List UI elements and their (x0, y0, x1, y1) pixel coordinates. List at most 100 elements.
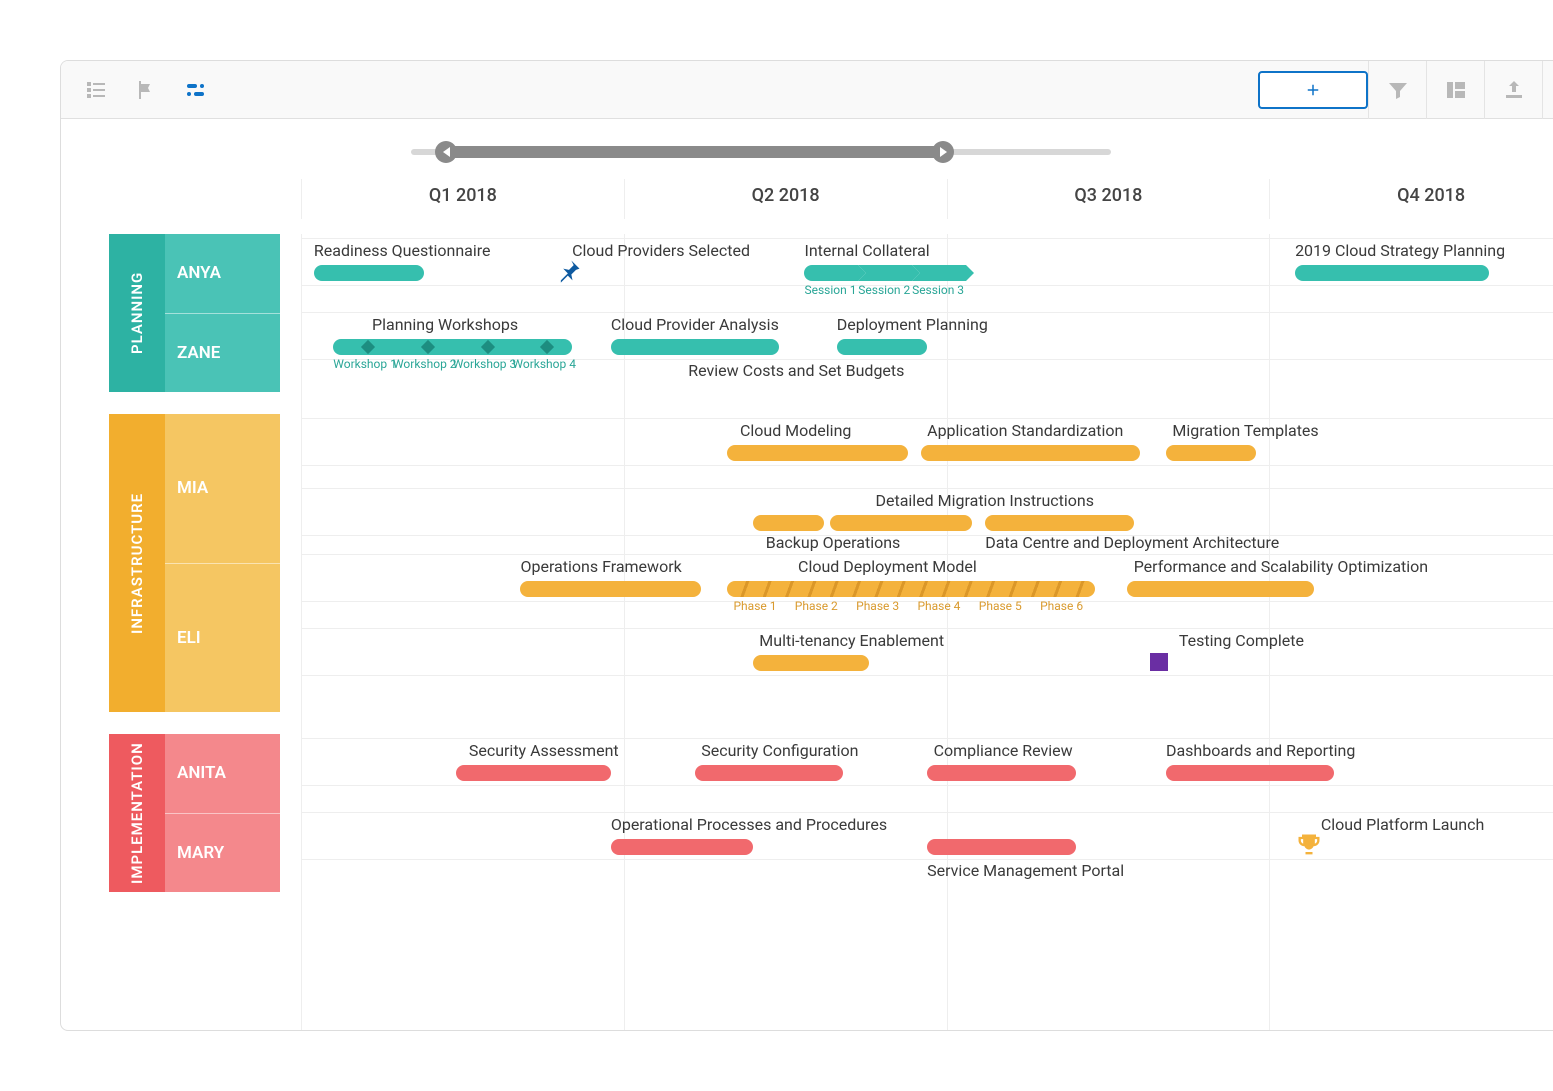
task-label: Security Assessment (469, 741, 619, 760)
add-button[interactable] (1258, 71, 1368, 109)
task-bar[interactable] (1127, 581, 1314, 597)
timeline-row: Security Assessment Security Configuratio… (301, 738, 1553, 786)
milestone-label: Testing Complete (1179, 631, 1304, 650)
task-label: Data Centre and Deployment Architecture (985, 533, 1279, 552)
milestone-label: Cloud Providers Selected (572, 241, 750, 260)
filter-button[interactable] (1368, 61, 1426, 119)
milestone-square-icon[interactable] (1150, 653, 1168, 671)
task-label: Service Management Portal (927, 861, 1124, 880)
task-bar[interactable] (611, 339, 779, 355)
group-infrastructure: INFRASTRUCTUREMIAELI (109, 414, 280, 712)
export-button[interactable] (1484, 61, 1542, 119)
task-bar[interactable] (695, 765, 843, 781)
task-bar[interactable] (1295, 265, 1489, 281)
task-bar[interactable] (456, 765, 611, 781)
phase-label: Phase 1 (733, 599, 776, 613)
trophy-icon[interactable] (1295, 831, 1323, 859)
sub-label: Workshop 2 (393, 357, 457, 371)
range-handle-right[interactable] (932, 141, 954, 163)
task-label: Compliance Review (934, 741, 1073, 760)
task-label: Cloud Provider Analysis (611, 315, 779, 334)
task-label: Readiness Questionnaire (314, 241, 491, 260)
member-zane[interactable]: ZANE (165, 313, 280, 393)
task-label: 2019 Cloud Strategy Planning (1295, 241, 1505, 260)
group-planning: PLANNINGANYAZANE (109, 234, 280, 392)
task-label: Review Costs and Set Budgets (688, 361, 904, 380)
member-mary[interactable]: MARY (165, 813, 280, 893)
member-anya[interactable]: ANYA (165, 234, 280, 313)
task-chevron[interactable] (804, 265, 965, 281)
task-bar[interactable] (753, 655, 869, 671)
phase-label: Phase 3 (856, 599, 899, 613)
sub-label: Workshop 3 (453, 357, 517, 371)
timeline-row: Readiness Questionnaire Cloud Providers S… (301, 238, 1553, 286)
phase-label: Phase 2 (795, 599, 838, 613)
timeline-view-button[interactable] (173, 67, 219, 113)
group-implementation: IMPLEMENTATIONANITAMARY (109, 734, 280, 892)
task-bar[interactable] (1166, 445, 1256, 461)
member-mia[interactable]: MIA (165, 414, 280, 563)
task-label: Performance and Scalability Optimization (1134, 557, 1428, 576)
task-bar[interactable] (837, 339, 927, 355)
task-bar[interactable] (753, 515, 824, 531)
task-label: Cloud Modeling (740, 421, 851, 440)
phase-label: Phase 6 (1040, 599, 1083, 613)
task-label: Cloud Deployment Model (798, 557, 977, 576)
task-label: Operations Framework (520, 557, 681, 576)
task-bar[interactable] (921, 445, 1140, 461)
timeline-row: Multi-tenancy Enablement Testing Complete (301, 628, 1553, 676)
sub-label: Workshop 4 (512, 357, 576, 371)
task-bar[interactable] (520, 581, 701, 597)
quarter-header: Q3 2018 (947, 179, 1270, 219)
panels-button[interactable] (1426, 61, 1484, 119)
task-label: Migration Templates (1172, 421, 1318, 440)
task-bar[interactable] (1166, 765, 1334, 781)
flag-view-button[interactable] (123, 67, 169, 113)
quarter-header: Q2 2018 (624, 179, 947, 219)
pin-icon[interactable] (555, 257, 583, 285)
task-label: Backup Operations (766, 533, 901, 552)
session-label: Session 1 (804, 283, 856, 297)
task-label: Dashboards and Reporting (1166, 741, 1355, 760)
task-bar[interactable] (314, 265, 424, 281)
time-range-slider[interactable] (61, 119, 1553, 179)
task-label: Security Configuration (701, 741, 858, 760)
timeline-row: Backup OperationsData Centre and Deploym… (301, 554, 1553, 602)
member-eli[interactable]: ELI (165, 563, 280, 713)
session-label: Session 2 (858, 283, 910, 297)
timeline-row: Operational Processes and Procedures Clou… (301, 812, 1553, 860)
task-label: Detailed Migration Instructions (875, 491, 1094, 510)
sub-label: Workshop 1 (333, 357, 397, 371)
group-tab[interactable]: INFRASTRUCTURE (109, 414, 165, 712)
group-tab[interactable]: PLANNING (109, 234, 165, 392)
task-bar[interactable] (830, 515, 972, 531)
timeline-row: Detailed Migration Instructions (301, 488, 1553, 536)
member-anita[interactable]: ANITA (165, 734, 280, 813)
list-view-button[interactable] (73, 67, 119, 113)
quarters-header: Q1 2018Q2 2018Q3 2018Q4 2018 (301, 179, 1553, 219)
task-bar[interactable] (727, 581, 1095, 597)
task-label: Multi-tenancy Enablement (759, 631, 944, 650)
task-label: Operational Processes and Procedures (611, 815, 887, 834)
phase-label: Phase 5 (979, 599, 1022, 613)
settings-button[interactable] (1542, 61, 1553, 119)
task-bar[interactable] (927, 765, 1075, 781)
timeline-row: Planning WorkshopsWorkshop 1Workshop 2Wo… (301, 312, 1553, 360)
group-tab[interactable]: IMPLEMENTATION (109, 734, 165, 892)
range-handle-left[interactable] (435, 141, 457, 163)
toolbar (61, 61, 1553, 119)
task-label: Application Standardization (927, 421, 1123, 440)
quarter-header: Q4 2018 (1269, 179, 1553, 219)
task-bar[interactable] (927, 839, 1075, 855)
quarter-header: Q1 2018 (301, 179, 624, 219)
session-label: Session 3 (912, 283, 964, 297)
milestone-label: Cloud Platform Launch (1321, 815, 1484, 834)
task-label: Planning Workshops (372, 315, 518, 334)
task-bar[interactable] (727, 445, 908, 461)
task-label: Deployment Planning (837, 315, 988, 334)
task-bar[interactable] (985, 515, 1133, 531)
phase-label: Phase 4 (917, 599, 960, 613)
task-bar[interactable] (611, 839, 753, 855)
timeline-grid: Readiness Questionnaire Cloud Providers S… (301, 234, 1553, 1030)
timeline-row: Cloud Modeling Application Standardizatio… (301, 418, 1553, 466)
